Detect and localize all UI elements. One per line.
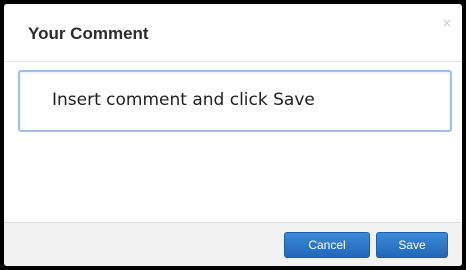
dialog-header: Your Comment × — [4, 4, 462, 62]
comment-input[interactable]: Insert comment and click Save — [18, 70, 452, 132]
dialog-title: Your Comment — [28, 24, 149, 43]
close-icon[interactable]: × — [440, 16, 454, 30]
save-button[interactable]: Save — [376, 232, 448, 258]
cancel-button[interactable]: Cancel — [284, 232, 370, 258]
comment-dialog: Your Comment × Insert comment and click … — [4, 4, 462, 266]
comment-placeholder: Insert comment and click Save — [52, 90, 315, 110]
dialog-body: Insert comment and click Save — [4, 62, 462, 222]
dialog-footer: Cancel Save — [4, 222, 462, 266]
